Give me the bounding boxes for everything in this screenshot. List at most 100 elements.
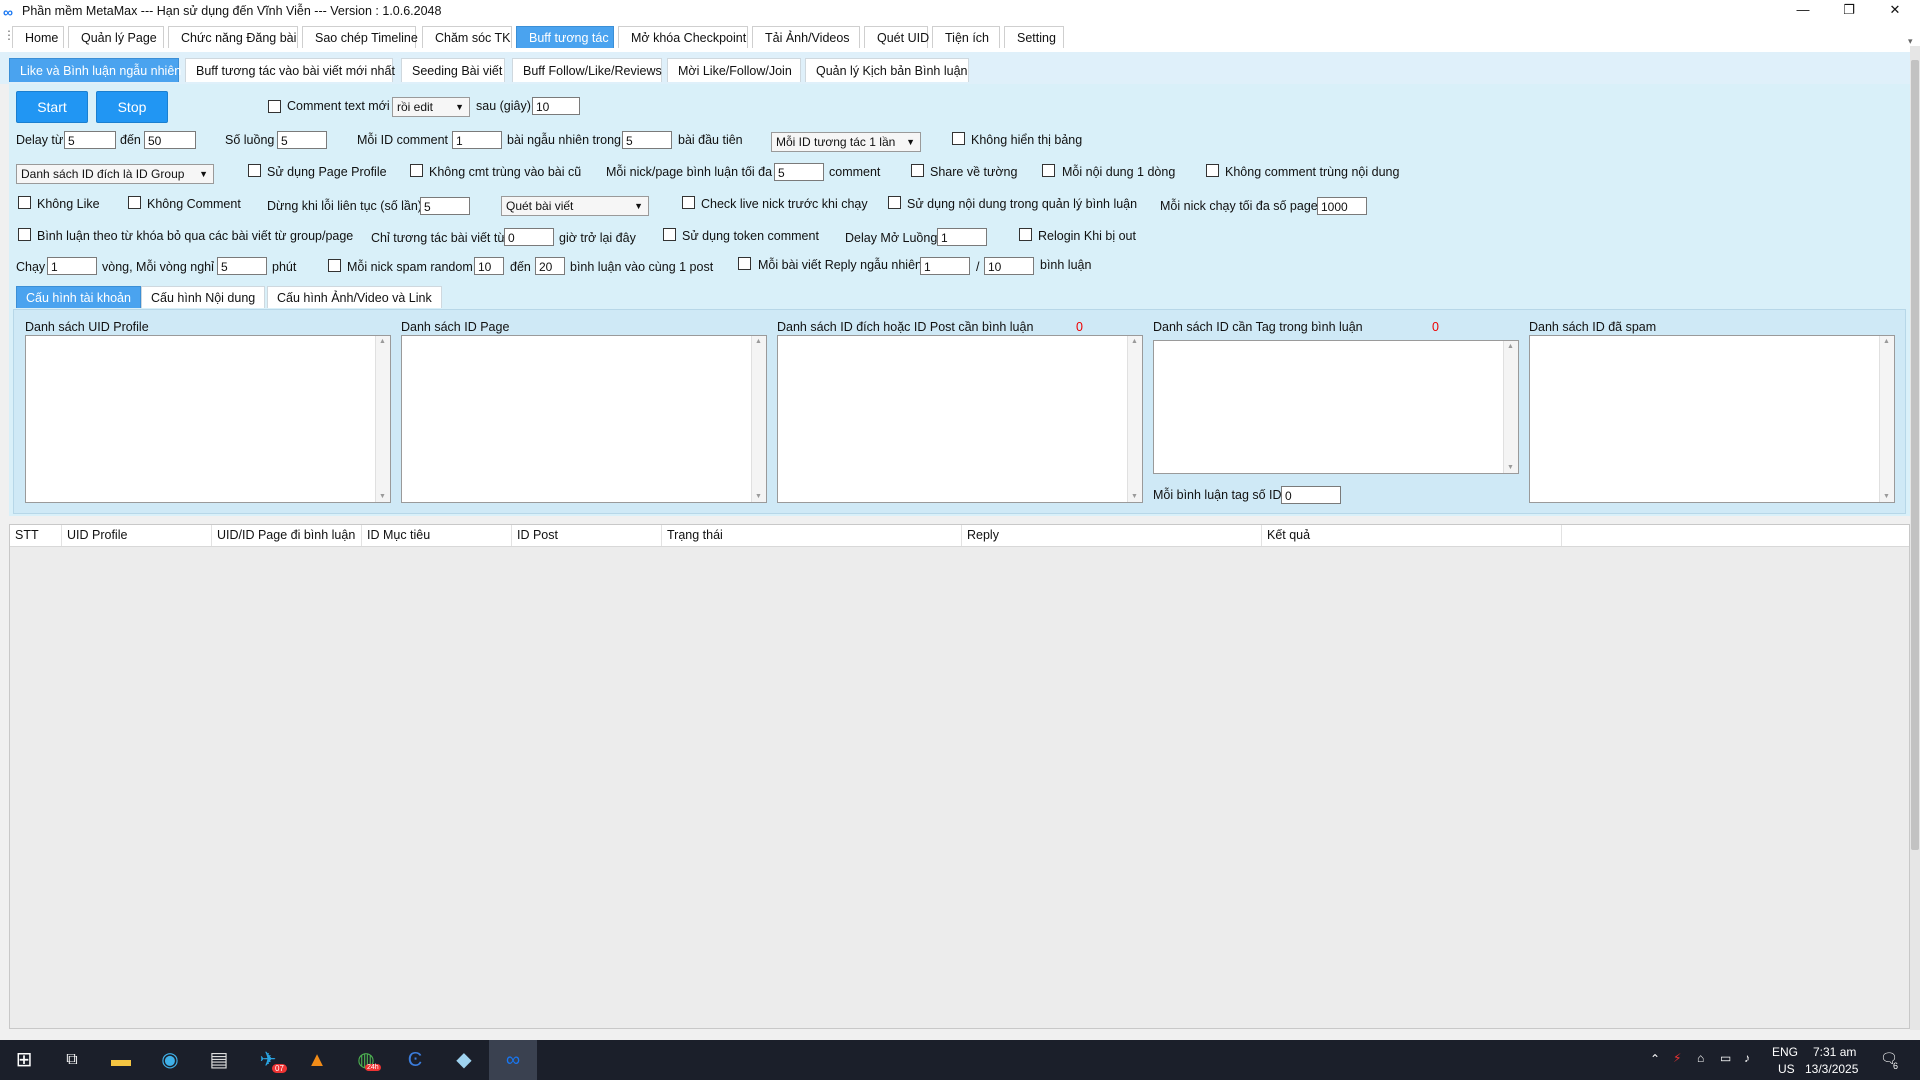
su-dung-page-profile-checkbox[interactable] (248, 164, 261, 177)
tab-cau-hinh-tai-khoan[interactable]: Cấu hình tài khoản (16, 286, 141, 308)
scrollbar[interactable] (1879, 336, 1894, 502)
col-id-post[interactable]: ID Post (512, 525, 662, 546)
col-stt[interactable]: STT (10, 525, 62, 546)
subtab-moi-like[interactable]: Mời Like/Follow/Join (667, 58, 801, 82)
notepad-icon[interactable]: ▤ (195, 1040, 243, 1080)
col-uid-page[interactable]: UID/ID Page đi bình luận (212, 525, 362, 546)
delay-mo-luong-input[interactable]: 1 (937, 228, 987, 246)
tab-sao-chep-timeline[interactable]: Sao chép Timeline (302, 26, 418, 48)
tab-mo-khoa-checkpoint[interactable]: Mở khóa Checkpoint (618, 26, 748, 48)
metamax-app-icon[interactable]: ∞ (489, 1040, 537, 1080)
spam-from-input[interactable]: 10 (474, 257, 504, 275)
so-luong-input[interactable]: 5 (277, 131, 327, 149)
subtab-quan-ly-kich-ban[interactable]: Quản lý Kịch bản Bình luận (805, 58, 969, 82)
chi-tuong-tac-input[interactable]: 0 (504, 228, 554, 246)
tab-cau-hinh-anh-video-link[interactable]: Cấu hình Ảnh/Video và Link (267, 286, 442, 308)
tray-chevron-icon[interactable]: ⌃ (1650, 1052, 1660, 1066)
tab-tien-ich[interactable]: Tiện ích (932, 26, 1000, 48)
khong-cmt-trung-checkbox[interactable] (410, 164, 423, 177)
moi-noi-dung-1-dong-checkbox[interactable] (1042, 164, 1055, 177)
tab-buff-tuong-tac[interactable]: Buff tương tác (516, 26, 614, 48)
su-dung-token-comment-checkbox[interactable] (663, 228, 676, 241)
tab-cau-hinh-noi-dung[interactable]: Cấu hình Nội dung (141, 286, 266, 308)
vlc-icon[interactable]: ▲ (293, 1040, 341, 1080)
col-uid-profile[interactable]: UID Profile (62, 525, 212, 546)
tab-quet-uid[interactable]: Quét UID (864, 26, 929, 48)
moi-id-comment-input[interactable]: 1 (452, 131, 502, 149)
task-view-icon[interactable]: ⧉ (48, 1040, 96, 1080)
tab-cham-soc-tk[interactable]: Chăm sóc TK (422, 26, 512, 48)
reply-to-input[interactable]: 10 (984, 257, 1034, 275)
su-dung-nd-quan-ly-checkbox[interactable] (888, 196, 901, 209)
subtab-buff-follow[interactable]: Buff Follow/Like/Reviews (512, 58, 662, 82)
network-icon[interactable]: ▭ (1720, 1051, 1731, 1065)
delay-den-input[interactable]: 50 (144, 131, 196, 149)
col-trang-thai[interactable]: Trạng thái (662, 525, 962, 546)
khong-comment-trung-nd-checkbox[interactable] (1206, 164, 1219, 177)
col-reply[interactable]: Reply (962, 525, 1262, 546)
reply-from-input[interactable]: 1 (920, 257, 970, 275)
moi-nick-chay-toi-da-input[interactable]: 1000 (1317, 197, 1367, 215)
moi-nick-spam-random-checkbox[interactable] (328, 259, 341, 272)
stop-button[interactable]: Stop (96, 91, 168, 123)
start-button[interactable]: Start (16, 91, 88, 123)
scrollbar[interactable] (375, 336, 390, 502)
tray-device-icon[interactable]: ⌂ (1697, 1051, 1704, 1065)
windows-start-icon[interactable]: ⊞ (0, 1040, 48, 1080)
subtab-buff-bai-viet-moi[interactable]: Buff tương tác vào bài viết mới nhất (185, 58, 395, 82)
subtab-like-binh-luan[interactable]: Like và Bình luận ngẫu nhiên (9, 58, 181, 82)
relogin-khi-bi-out-checkbox[interactable] (1019, 228, 1032, 241)
tab-tai-anh-videos[interactable]: Tải Ảnh/Videos (752, 26, 860, 48)
id-tag-textarea[interactable] (1153, 340, 1519, 474)
share-ve-tuong-checkbox[interactable] (911, 164, 924, 177)
id-spam-textarea[interactable] (1529, 335, 1895, 503)
vong-nghi-input[interactable]: 5 (217, 257, 267, 275)
spam-to-input[interactable]: 20 (535, 257, 565, 275)
delay-tu-input[interactable]: 5 (64, 131, 116, 149)
moi-nick-page-bl-input[interactable]: 5 (774, 163, 824, 181)
dung-khi-loi-input[interactable]: 5 (420, 197, 470, 215)
c-browser-icon[interactable]: Ͼ (391, 1040, 439, 1080)
clock-time[interactable]: 7:31 am (1813, 1045, 1856, 1059)
minimize-icon[interactable]: — (1780, 0, 1826, 22)
binh-luan-theo-tu-khoa-checkbox[interactable] (18, 228, 31, 241)
file-explorer-icon[interactable]: ▬ (97, 1040, 145, 1080)
roi-edit-dropdown[interactable]: rồi edit ▼ (392, 97, 470, 117)
khong-hien-thi-bang-checkbox[interactable] (952, 132, 965, 145)
khong-like-checkbox[interactable] (18, 196, 31, 209)
tab-setting[interactable]: Setting (1004, 26, 1064, 48)
tab-home[interactable]: Home (12, 26, 64, 48)
id-page-textarea[interactable] (401, 335, 767, 503)
khong-comment-checkbox[interactable] (128, 196, 141, 209)
subtab-seeding[interactable]: Seeding Bài viết (401, 58, 505, 82)
tray-app-icon[interactable]: ⚡ (1673, 1051, 1681, 1065)
moi-bai-viet-reply-checkbox[interactable] (738, 257, 751, 270)
scrollbar[interactable] (1127, 336, 1142, 502)
sau-giay-input[interactable]: 10 (532, 97, 580, 115)
chay-input[interactable]: 1 (47, 257, 97, 275)
close-icon[interactable]: ✕ (1872, 0, 1918, 22)
comment-text-moi-checkbox[interactable] (268, 100, 281, 113)
bai-ngau-nhien-input[interactable]: 5 (622, 131, 672, 149)
volume-icon[interactable]: ♪ (1744, 1051, 1750, 1065)
edge-browser-icon[interactable]: ◉ (146, 1040, 194, 1080)
scrollbar[interactable] (1503, 341, 1518, 473)
telegram-icon[interactable]: ✈ (244, 1040, 292, 1080)
moi-id-tuong-tac-dropdown[interactable]: Mỗi ID tương tác 1 lần ▼ (771, 132, 921, 152)
chrome-icon[interactable]: ◍ (342, 1040, 390, 1080)
language-label[interactable]: ENG (1772, 1045, 1798, 1059)
results-grid[interactable]: STT UID Profile UID/ID Page đi bình luận… (9, 524, 1910, 1029)
id-dich-textarea[interactable] (777, 335, 1143, 503)
danh-sach-id-dich-dropdown[interactable]: Danh sách ID đích là ID Group ▼ (16, 164, 214, 184)
col-ket-qua[interactable]: Kết quả (1262, 525, 1562, 546)
check-live-nick-checkbox[interactable] (682, 196, 695, 209)
restore-icon[interactable]: ❐ (1826, 0, 1872, 22)
scrollbar[interactable] (751, 336, 766, 502)
tab-chuc-nang-dang-bai[interactable]: Chức năng Đăng bài (168, 26, 298, 48)
uid-profile-textarea[interactable] (25, 335, 391, 503)
col-id-muc-tieu[interactable]: ID Mục tiêu (362, 525, 512, 546)
moi-bl-tag-so-id-input[interactable]: 0 (1281, 486, 1341, 504)
tab-quan-ly-page[interactable]: Quản lý Page (68, 26, 164, 48)
window-scrollbar-thumb[interactable] (1911, 60, 1919, 850)
tool-app-icon[interactable]: ◆ (440, 1040, 488, 1080)
